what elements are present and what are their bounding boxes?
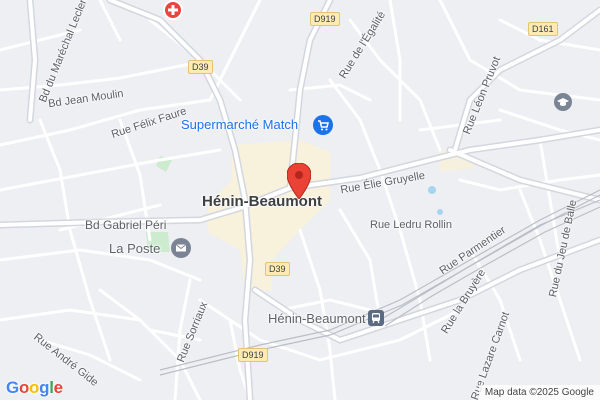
school-icon[interactable] (554, 93, 572, 111)
poi-station-label[interactable]: Hénin-Beaumont (268, 312, 366, 325)
train-station-icon[interactable] (368, 310, 384, 326)
location-pin-icon[interactable] (287, 163, 311, 199)
map-attribution[interactable]: Map data ©2025 Google (478, 385, 600, 400)
shopping-cart-icon[interactable] (313, 115, 333, 135)
street-label: Bd Gabriel Péri (85, 218, 167, 232)
road-shield-d39: D39 (188, 60, 213, 74)
road-shield-d39: D39 (265, 262, 290, 276)
map-canvas[interactable]: D919 D39 D161 D39 D919 Bd du Maréchal Le… (0, 0, 600, 400)
street-label: Rue Ledru Rollin (370, 219, 452, 231)
poi-supermarket-label[interactable]: Supermarché Match (181, 118, 298, 131)
mail-icon[interactable] (171, 238, 191, 258)
google-logo: Google (6, 378, 63, 397)
poi-post-office-label[interactable]: La Poste (109, 242, 160, 255)
road-shield-d919: D919 (238, 348, 268, 362)
road-shield-d161: D161 (528, 22, 558, 36)
hospital-icon[interactable] (163, 0, 183, 20)
road-shield-d919: D919 (310, 12, 340, 26)
